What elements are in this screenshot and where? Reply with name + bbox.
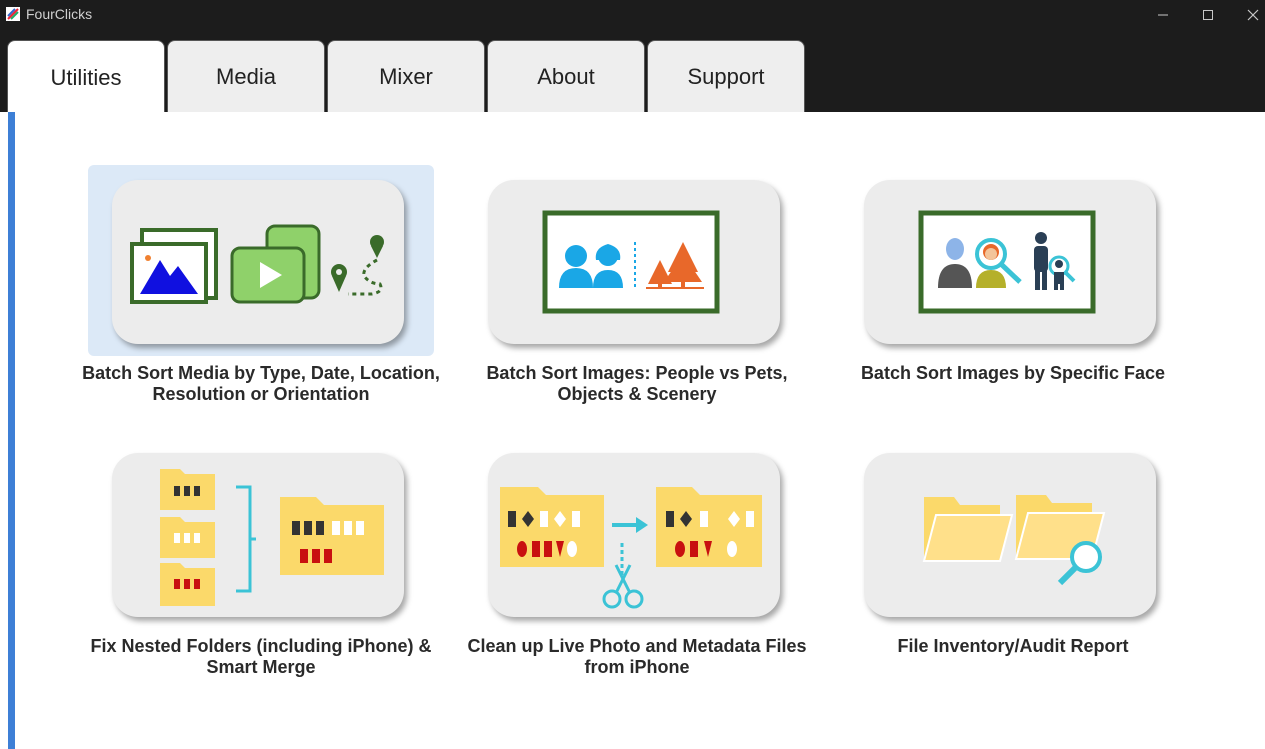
tab-mixer[interactable]: Mixer xyxy=(327,40,485,112)
close-button[interactable] xyxy=(1230,0,1265,30)
tab-support[interactable]: Support xyxy=(647,40,805,112)
batch-sort-people-scenery-button[interactable] xyxy=(488,180,780,344)
live-photo-cleanup-icon xyxy=(500,487,762,609)
app-logo-icon xyxy=(6,7,20,21)
maximize-button[interactable] xyxy=(1185,0,1231,30)
batch-sort-people-scenery-label: Batch Sort Images: People vs Pets, Object… xyxy=(486,363,788,404)
window-title: FourClicks xyxy=(26,6,93,22)
tab-strip: Utilities Media Mixer About Support xyxy=(0,30,1265,114)
clean-live-photo-label: Clean up Live Photo and Metadata Files fr… xyxy=(467,636,807,677)
title-bar: FourClicks xyxy=(0,0,1265,30)
face-search-icon xyxy=(918,210,1096,314)
file-inventory-label: File Inventory/Audit Report xyxy=(897,636,1129,656)
clean-live-photo-button[interactable] xyxy=(488,453,780,617)
fix-nested-folders-label: Fix Nested Folders (including iPhone) & S… xyxy=(90,636,432,677)
close-icon xyxy=(1247,9,1259,21)
nested-folders-icon xyxy=(160,469,384,606)
maximize-icon xyxy=(1203,10,1213,20)
people-scenery-icon xyxy=(542,210,720,314)
batch-sort-media-label: Batch Sort Media by Type, Date, Location… xyxy=(82,363,440,404)
file-inventory-button[interactable] xyxy=(864,453,1156,617)
tab-media[interactable]: Media xyxy=(167,40,325,112)
tab-about[interactable]: About xyxy=(487,40,645,112)
batch-sort-media-button[interactable] xyxy=(112,180,404,344)
minimize-button[interactable] xyxy=(1140,0,1186,30)
utilities-panel: Batch Sort Media by Type, Date, Location… xyxy=(0,112,1265,749)
fix-nested-folders-button[interactable] xyxy=(112,453,404,617)
folder-audit-icon xyxy=(922,495,1106,586)
accent-bar xyxy=(8,112,15,749)
media-sort-icon xyxy=(130,224,384,304)
tab-utilities[interactable]: Utilities xyxy=(7,40,165,114)
batch-sort-face-label: Batch Sort Images by Specific Face xyxy=(860,363,1166,383)
minimize-icon xyxy=(1158,14,1168,16)
batch-sort-face-button[interactable] xyxy=(864,180,1156,344)
